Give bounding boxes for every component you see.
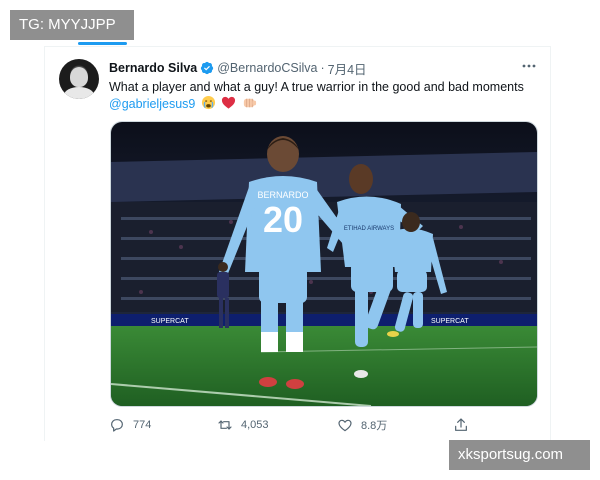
retweet-action[interactable]: 4,053	[217, 415, 269, 435]
tweet-header: Bernardo Silva @BernardoCSilva · 7月4日	[109, 59, 367, 77]
mention-link[interactable]: @gabrieljesus9	[109, 97, 195, 111]
tweet-media-photo[interactable]: SUPERCAT SUPERCAT BERNARDO 20 ETIHAD AIR…	[110, 121, 538, 407]
retweet-count: 4,053	[241, 419, 269, 431]
tweet-body: What a player and what a guy! A true war…	[109, 80, 524, 94]
red-heart-icon	[222, 96, 236, 109]
tweet-date[interactable]: 7月4日	[328, 59, 367, 78]
shirt-number: 20	[263, 199, 303, 240]
shirt-sponsor: ETIHAD AIRWAYS	[344, 226, 394, 232]
share-action[interactable]	[453, 415, 469, 435]
fist-bump-icon	[243, 98, 256, 108]
author-handle[interactable]: @BernardoCSilva	[217, 61, 317, 75]
reply-action[interactable]: 774	[109, 415, 151, 435]
board-text-right: SUPERCAT	[431, 318, 469, 325]
retweet-icon	[218, 420, 232, 430]
reply-count: 774	[133, 419, 152, 431]
like-action[interactable]: 8.8万	[337, 415, 387, 435]
crying-face-icon	[201, 95, 215, 110]
heart-icon	[338, 419, 352, 432]
football-celebration-image: SUPERCAT SUPERCAT BERNARDO 20 ETIHAD AIR…	[111, 122, 537, 406]
like-count: 8.8万	[361, 420, 388, 432]
author-name[interactable]: Bernardo Silva	[109, 61, 197, 75]
board-text-left: SUPERCAT	[151, 318, 189, 325]
tweet-text: What a player and what a guy! A true war…	[109, 79, 537, 112]
verified-badge-icon	[201, 61, 214, 75]
reply-icon	[111, 419, 123, 432]
tweet-card[interactable]: Bernardo Silva @BernardoCSilva · 7月4日 Wh…	[44, 46, 551, 441]
tab-indicator	[78, 42, 127, 45]
tweet-actions: 774 4,053 8.8万	[109, 415, 537, 435]
separator-dot: ·	[320, 61, 325, 75]
watermark-bottom: xksportsug.com	[449, 440, 590, 470]
watermark-top: TG: MYYJJPP	[10, 10, 134, 40]
avatar[interactable]	[59, 59, 99, 99]
more-options-icon[interactable]	[522, 59, 536, 73]
share-icon	[455, 418, 467, 431]
